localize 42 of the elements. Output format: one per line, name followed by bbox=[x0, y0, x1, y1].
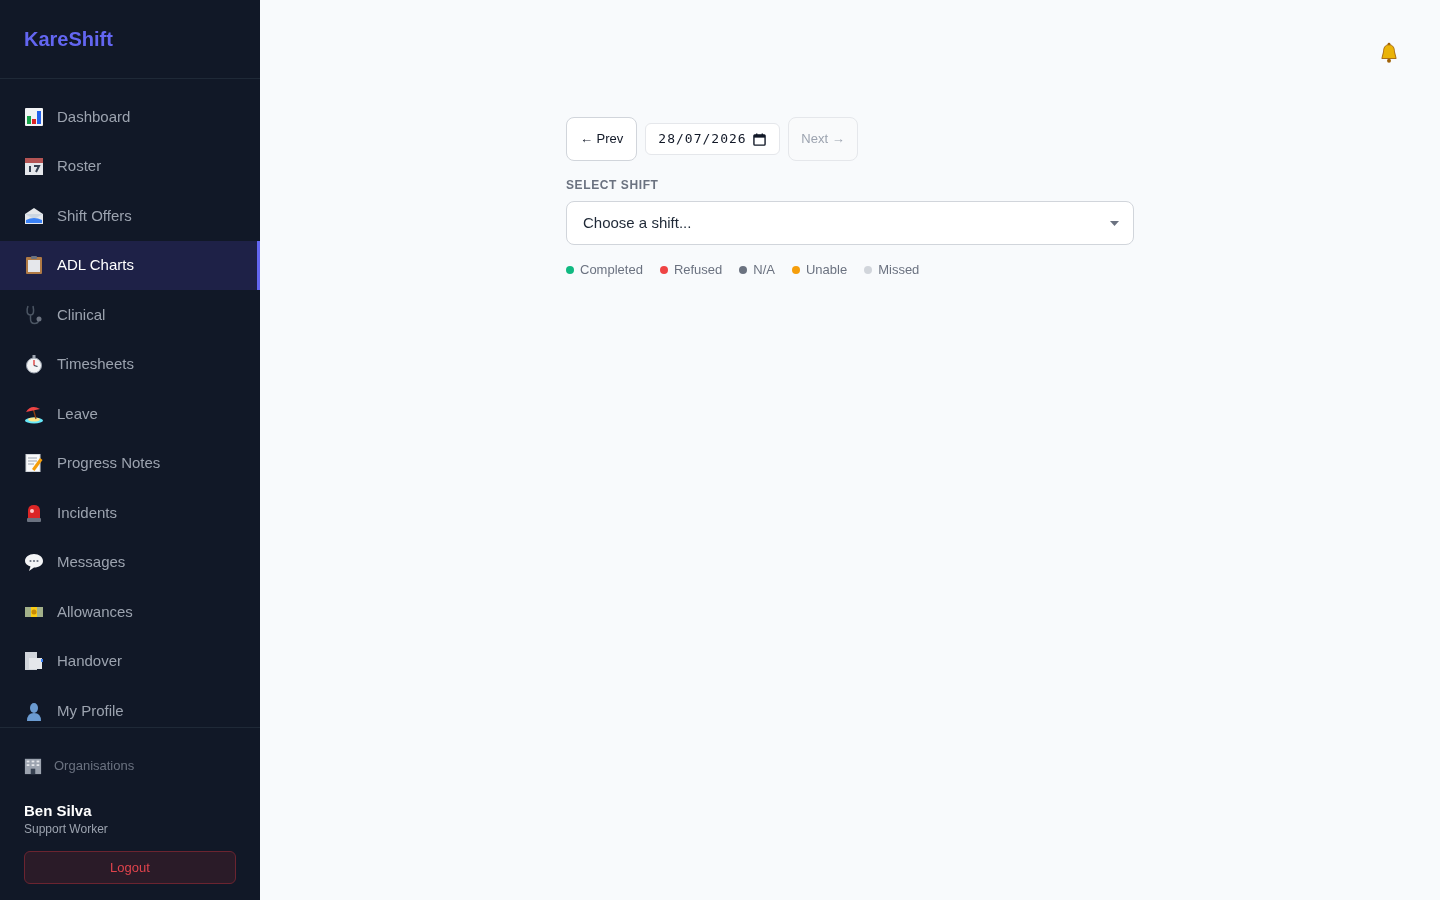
nav-item[interactable]: Roster bbox=[0, 141, 260, 191]
siren-icon bbox=[24, 502, 44, 523]
nav-item[interactable]: Handover bbox=[0, 636, 260, 686]
legend-label: Refused bbox=[673, 262, 723, 278]
select-shift-label: SELECT SHIFT bbox=[566, 177, 659, 193]
clipboard-icon bbox=[24, 255, 44, 276]
nav-item[interactable]: Leave bbox=[0, 389, 260, 439]
bell-icon[interactable] bbox=[1378, 42, 1400, 64]
nav-item[interactable]: Progress Notes bbox=[0, 438, 260, 488]
legend-label: Unable bbox=[805, 262, 848, 278]
legend-label: N/A bbox=[753, 262, 775, 278]
logout-button[interactable]: Logout bbox=[24, 851, 236, 884]
nav-item[interactable]: Dashboard bbox=[0, 92, 260, 142]
calendar-icon[interactable] bbox=[753, 132, 767, 146]
document-icon bbox=[24, 651, 44, 672]
nav-item[interactable]: Messages bbox=[0, 537, 260, 587]
calendar-icon bbox=[24, 156, 44, 177]
organisations-link[interactable]: Organisations bbox=[24, 756, 135, 776]
user-name: Ben Silva bbox=[24, 801, 92, 821]
caret-icon[interactable] bbox=[1110, 220, 1119, 226]
nav-item[interactable]: ADL Charts bbox=[0, 240, 260, 290]
legend-label: Missed bbox=[878, 262, 920, 278]
person-icon bbox=[24, 700, 44, 721]
envelope-icon bbox=[24, 205, 44, 226]
prev-button[interactable]: ← Prev bbox=[566, 117, 638, 161]
app-logo: KareShift bbox=[24, 29, 113, 49]
stethoscope-icon bbox=[24, 304, 44, 325]
user-role: Support Worker bbox=[24, 821, 108, 837]
shift-select[interactable]: Choose a shift... bbox=[566, 201, 1134, 245]
building-icon bbox=[24, 757, 42, 775]
speech-bubble-icon bbox=[24, 552, 44, 573]
nav-item[interactable]: My Profile bbox=[0, 686, 260, 727]
nav-item[interactable]: Allowances bbox=[0, 587, 260, 637]
legend-label: Completed bbox=[580, 262, 643, 278]
nav-item[interactable]: Timesheets bbox=[0, 339, 260, 389]
nav-item[interactable]: Shift Offers bbox=[0, 191, 260, 241]
bar-chart-icon bbox=[24, 106, 44, 127]
stopwatch-icon bbox=[24, 354, 44, 375]
nav-item[interactable]: Incidents bbox=[0, 488, 260, 538]
date-field[interactable]: 28/07/2026 bbox=[645, 123, 781, 155]
nav-item[interactable]: Clinical bbox=[0, 290, 260, 340]
memo-icon bbox=[24, 453, 44, 474]
